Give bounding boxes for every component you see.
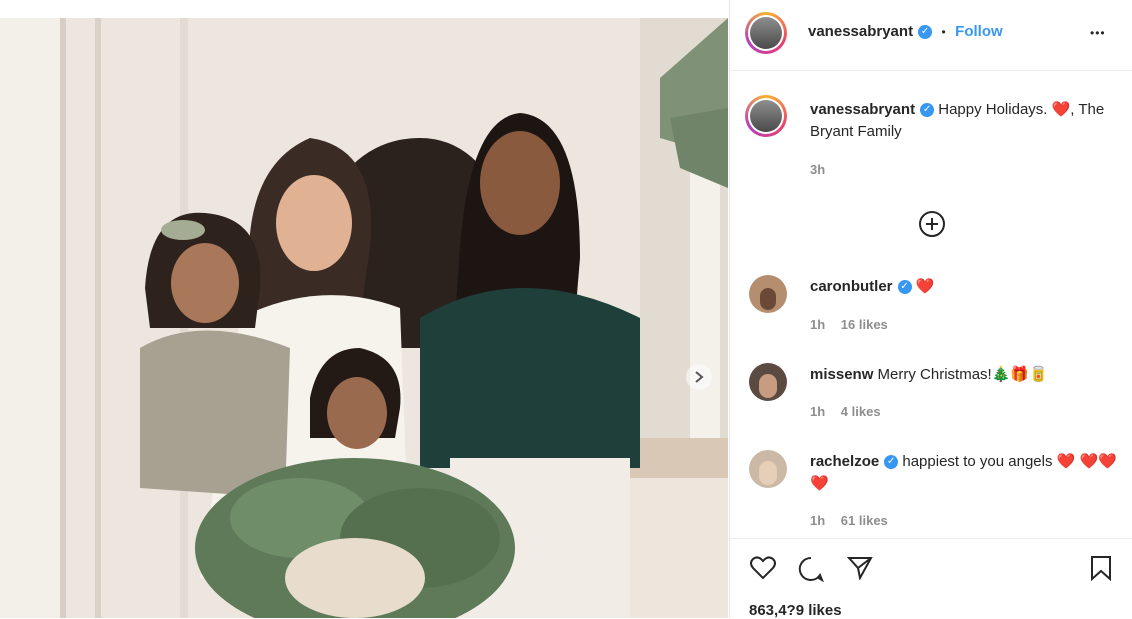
bookmark-icon [1091,556,1111,582]
load-more-comments-button[interactable] [918,210,946,243]
caption-avatar[interactable] [745,95,787,137]
comment-text: ❤️ [915,278,935,295]
share-button[interactable] [846,556,873,585]
plus-circle-icon [919,211,945,237]
comment-meta: 1h 16 likes [810,317,888,332]
comment-likes[interactable]: 4 likes [841,404,881,419]
author-avatar[interactable] [745,12,787,54]
comment-username[interactable]: missenw [810,366,873,383]
more-options-icon[interactable]: ••• [1090,26,1106,40]
commenter-avatar[interactable] [749,450,787,488]
save-button[interactable] [1090,555,1112,586]
like-button[interactable] [750,556,776,585]
post-side-panel: vanessabryant ✓ • Follow ••• vanessabryan… [729,0,1132,619]
family-photo-illustration [0,18,728,618]
post-header: vanessabryant ✓ • Follow [808,23,1003,41]
verified-badge-icon: ✓ [897,280,912,295]
header-username[interactable]: vanessabryant [808,23,913,40]
commenter-avatar[interactable] [749,363,787,401]
comment: rachelzoe ✓ happiest to you angels ❤️ ❤️❤… [810,451,1120,495]
verified-badge-icon: ✓ [920,103,935,118]
header-separator: • [941,25,946,39]
send-icon [846,557,873,581]
comment-button[interactable] [798,556,825,587]
verified-badge-icon: ✓ [884,455,899,470]
comment-icon [798,556,825,583]
chevron-right-icon [695,371,704,383]
comment-text: Merry Christmas!🎄🎁🥫 [877,366,1048,383]
comment-time: 1h [810,513,826,528]
follow-button[interactable]: Follow [955,23,1003,40]
caption-username[interactable]: vanessabryant [810,101,915,118]
comment-likes[interactable]: 16 likes [841,317,888,332]
comment: caronbutler ✓ ❤️ [810,276,1120,298]
comment-username[interactable]: caronbutler [810,278,893,295]
next-photo-button[interactable] [686,364,712,390]
caption: vanessabryant ✓ Happy Holidays. ❤️, The B… [810,99,1120,143]
actions-divider [730,538,1132,539]
comment-meta: 1h 4 likes [810,404,881,419]
verified-badge-icon: ✓ [918,24,933,39]
comment-meta: 1h 61 likes [810,513,888,528]
comment-time: 1h [810,404,826,419]
comment-time: 1h [810,317,826,332]
heart-icon [750,556,776,580]
caption-time: 3h [810,162,826,177]
header-divider [730,70,1132,71]
comment-likes[interactable]: 61 likes [841,513,888,528]
comment-username[interactable]: rachelzoe [810,453,879,470]
post-photo[interactable] [0,18,728,618]
commenter-avatar[interactable] [749,275,787,313]
comment: missenw Merry Christmas!🎄🎁🥫 [810,364,1120,386]
likes-count[interactable]: 863,4?9 likes [749,602,842,619]
